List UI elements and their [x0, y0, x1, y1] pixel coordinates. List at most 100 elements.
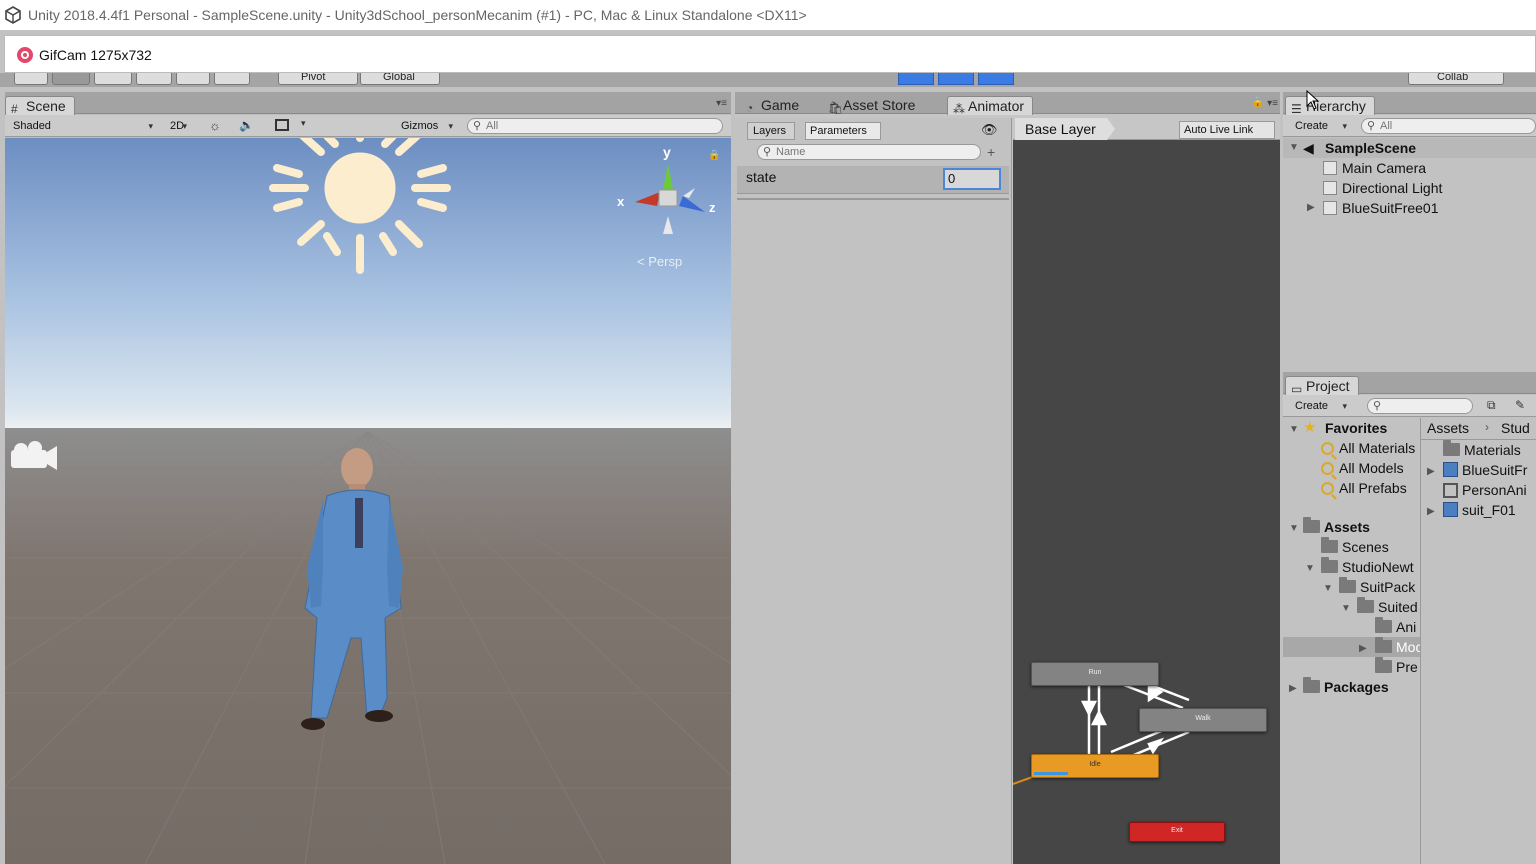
expand-arrow-icon[interactable]: ▶ — [1289, 683, 1297, 694]
hierarchy-item[interactable]: Directional Light — [1323, 178, 1442, 198]
breadcrumb-current[interactable]: Stud — [1501, 418, 1530, 438]
state-walk[interactable]: Walk — [1139, 708, 1267, 732]
expand-arrow-icon[interactable]: ▼ — [1289, 424, 1299, 435]
project-breadcrumb: Assets › Stud — [1421, 418, 1536, 440]
expand-arrow-icon[interactable]: ▶ — [1427, 506, 1435, 517]
step-button[interactable] — [978, 73, 1014, 85]
hierarchy-scene-row[interactable]: ▼ ◀ SampleScene — [1283, 138, 1536, 158]
asset-item[interactable]: suit_F01 — [1443, 500, 1536, 520]
assets-folder[interactable]: Assets — [1303, 517, 1370, 537]
gameobject-icon — [1323, 201, 1337, 215]
filter-type-icon[interactable]: ⧉ — [1487, 398, 1496, 413]
asset-item[interactable]: BlueSuitFr — [1443, 460, 1536, 480]
window-title-bar: Unity 2018.4.4f1 Personal - SampleScene.… — [0, 0, 1536, 30]
project-search-input[interactable] — [1367, 398, 1473, 414]
expand-arrow-icon[interactable]: ▼ — [1323, 583, 1333, 594]
tab-animator[interactable]: ⁂ Animator — [947, 96, 1034, 116]
model-prefab-icon — [1443, 462, 1458, 477]
mode-2d-toggle[interactable]: 2D — [167, 118, 191, 134]
eye-icon[interactable]: 👁 — [981, 122, 998, 138]
expand-arrow-icon[interactable]: ▼ — [1341, 603, 1351, 614]
folder-item[interactable]: Pre — [1375, 657, 1420, 677]
favorite-item[interactable]: All Materials — [1321, 438, 1415, 458]
state-idle[interactable]: Idle — [1031, 754, 1159, 778]
image-effects-icon[interactable] — [275, 119, 289, 131]
audio-icon[interactable]: 🔈 — [239, 118, 254, 132]
tab-hierarchy[interactable]: ☰ Hierarchy — [1285, 96, 1375, 116]
tab-asset-store[interactable]: 🛍 Asset Store — [823, 96, 923, 115]
lighting-icon[interactable]: ☼ — [209, 118, 221, 133]
rotate-tool-button[interactable] — [94, 73, 132, 85]
hand-tool-button[interactable] — [14, 73, 48, 85]
pivot-button[interactable]: Pivot — [278, 73, 358, 85]
lock-icon[interactable]: 🔒 — [708, 150, 720, 161]
tab-game[interactable]: ◔ Game — [741, 96, 807, 115]
asset-item[interactable]: PersonAni — [1443, 480, 1536, 500]
breadcrumb-assets[interactable]: Assets — [1427, 418, 1469, 438]
favorite-item[interactable]: All Prefabs — [1321, 478, 1407, 498]
projection-label[interactable]: < Persp — [637, 254, 682, 269]
add-parameter-icon[interactable]: + — [987, 144, 995, 160]
scene-search-input[interactable]: All — [467, 118, 723, 134]
chevron-right-icon: › — [1485, 420, 1489, 434]
hierarchy-item[interactable]: Main Camera — [1323, 158, 1426, 178]
project-create-dropdown[interactable]: Create — [1289, 398, 1351, 414]
gizmos-dropdown[interactable]: Gizmos — [395, 118, 457, 134]
favorite-item[interactable]: All Models — [1321, 458, 1404, 478]
expand-arrow-icon[interactable]: ▼ — [1289, 523, 1299, 534]
favorites-header[interactable]: Favorites — [1325, 418, 1387, 438]
collab-button[interactable]: Collab — [1408, 73, 1504, 85]
global-button[interactable]: Global — [360, 73, 440, 85]
folder-item[interactable]: Suited — [1357, 597, 1420, 617]
auto-live-link-toggle[interactable]: Auto Live Link — [1179, 121, 1275, 139]
state-run[interactable]: Run — [1031, 662, 1159, 686]
pause-button[interactable] — [938, 73, 974, 85]
parameter-row[interactable]: state 0 — [737, 166, 1009, 194]
scene-viewport[interactable]: y x z 🔒 < Persp — [5, 138, 731, 864]
expand-arrow-icon[interactable]: ▶ — [1307, 202, 1315, 213]
expand-arrow-icon[interactable]: ▶ — [1359, 643, 1367, 654]
shading-mode-dropdown[interactable]: Shaded — [7, 118, 157, 134]
folder-item-selected[interactable]: Moc — [1375, 637, 1420, 657]
folder-item[interactable]: StudioNewt — [1321, 557, 1420, 577]
lock-icon[interactable]: 🔒 — [1252, 97, 1264, 108]
expand-arrow-icon[interactable]: ▼ — [1305, 563, 1315, 574]
hierarchy-create-dropdown[interactable]: Create — [1289, 118, 1351, 134]
panel-menu-icon[interactable]: ▾≡ — [716, 98, 727, 109]
tab-project[interactable]: ▭ Project — [1285, 376, 1359, 396]
perspective-icon: < — [637, 254, 645, 269]
packages-folder[interactable]: Packages — [1303, 677, 1389, 697]
folder-item[interactable]: Ani — [1375, 617, 1420, 637]
orientation-gizmo[interactable]: y x z 🔒 — [615, 144, 725, 239]
hierarchy-item[interactable]: BlueSuitFree01 — [1323, 198, 1439, 218]
folder-item[interactable]: Scenes — [1321, 537, 1389, 557]
parameters-tab[interactable]: Parameters — [805, 122, 881, 140]
gameobject-icon — [1323, 161, 1337, 175]
play-button[interactable] — [898, 73, 934, 85]
breadcrumb[interactable]: Base Layer — [1015, 118, 1115, 140]
axis-x-label: x — [617, 194, 625, 209]
filter-label-icon[interactable]: ✎ — [1515, 398, 1525, 412]
scene-controlbar: Shaded 2D ☼ 🔈 ▾ Gizmos All — [5, 115, 731, 137]
parameter-value-input[interactable]: 0 — [943, 168, 1001, 190]
tab-scene[interactable]: # Scene — [5, 96, 75, 116]
move-tool-button[interactable] — [52, 73, 90, 85]
hierarchy-search-input[interactable]: All — [1361, 118, 1536, 134]
expand-arrow-icon[interactable]: ▼ — [1289, 142, 1299, 153]
state-machine-graph[interactable]: Run Walk Idle Exit — [1013, 140, 1280, 864]
effects-dropdown-icon[interactable]: ▾ — [301, 118, 306, 129]
scale-tool-button[interactable] — [136, 73, 172, 85]
parameter-search-input[interactable]: Name — [757, 144, 981, 160]
gifcam-window[interactable]: GifCam 1275x732 — [4, 35, 1536, 73]
state-exit[interactable]: Exit — [1129, 822, 1225, 842]
project-splitter[interactable] — [1420, 418, 1421, 864]
hierarchy-panel: ☰ Hierarchy Create All ▼ ◀ SampleScene M… — [1283, 92, 1536, 368]
folder-icon — [1357, 597, 1374, 613]
rect-tool-button[interactable] — [176, 73, 210, 85]
layers-tab[interactable]: Layers — [747, 122, 795, 140]
folder-item[interactable]: SuitPack — [1339, 577, 1420, 597]
panel-menu-icon[interactable]: ▾≡ — [1267, 98, 1278, 109]
transform-tool-button[interactable] — [214, 73, 250, 85]
expand-arrow-icon[interactable]: ▶ — [1427, 466, 1435, 477]
asset-item[interactable]: Materials — [1443, 440, 1536, 460]
